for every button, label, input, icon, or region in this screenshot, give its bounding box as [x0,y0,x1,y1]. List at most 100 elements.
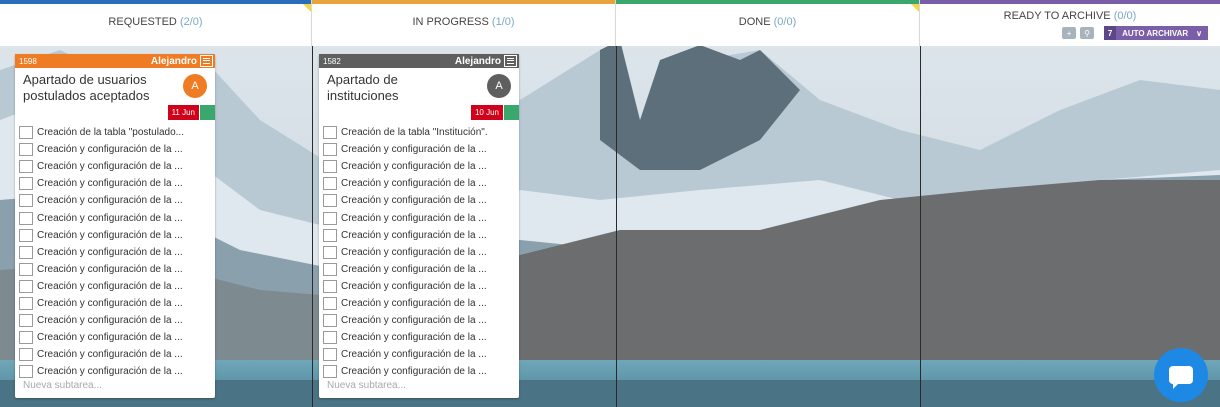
subtask-item[interactable]: Creación y configuración de la ... [19,312,213,329]
card-header: 1598 Alejandro [15,54,215,68]
checkbox[interactable] [19,194,33,208]
subtask-label: Creación y configuración de la ... [341,263,487,275]
menu-icon[interactable] [504,55,517,67]
column-header-requested[interactable]: REQUESTED (2/0) [0,0,312,46]
checkbox[interactable] [323,160,337,174]
avatar[interactable]: A [487,74,511,98]
subtask-item[interactable]: Creación de la tabla "Institución". [323,124,517,141]
checkbox[interactable] [19,348,33,362]
task-card[interactable]: 1598 Alejandro Apartado de usuarios post… [15,54,215,398]
subtask-item[interactable]: Creación y configuración de la ... [19,346,213,363]
subtask-item[interactable]: Creación y configuración de la ... [19,261,213,278]
subtask-item[interactable]: Creación y configuración de la ... [323,244,517,261]
status-indicator[interactable] [504,105,519,120]
checkbox[interactable] [19,211,33,225]
checkbox[interactable] [19,177,33,191]
task-card[interactable]: 1582 Alejandro Apartado de instituciones… [319,54,519,398]
subtask-item[interactable]: Creación y configuración de la ... [323,261,517,278]
column-corner-marker [911,4,919,12]
checkbox[interactable] [19,126,33,140]
checkbox[interactable] [323,331,337,345]
auto-archive-select[interactable]: 7 AUTO ARCHIVAR ∨ [1104,26,1208,40]
checkbox[interactable] [19,143,33,157]
column-header-done[interactable]: DONE (0/0) [616,0,920,46]
checkbox[interactable] [19,331,33,345]
subtask-label: Creación y configuración de la ... [37,263,183,275]
subtask-item[interactable]: Creación y configuración de la ... [19,158,213,175]
subtask-label: Creación y configuración de la ... [37,349,183,361]
new-subtask-input[interactable]: Nueva subtarea... [23,380,102,391]
subtask-item[interactable]: Creación y configuración de la ... [19,329,213,346]
checkbox[interactable] [323,143,337,157]
subtask-label: Creación y configuración de la ... [37,178,183,190]
checkbox[interactable] [323,365,337,379]
subtask-item[interactable]: Creación y configuración de la ... [19,141,213,158]
status-indicator[interactable] [200,105,215,120]
checkbox[interactable] [19,262,33,276]
subtask-item[interactable]: Creación y configuración de la ... [19,363,213,380]
checkbox[interactable] [323,177,337,191]
subtask-item[interactable]: Creación y configuración de la ... [19,209,213,226]
card-title[interactable]: Apartado de instituciones [327,72,477,104]
checkbox[interactable] [323,245,337,259]
card-owner[interactable]: Alejandro [455,56,501,67]
subtask-item[interactable]: Creación y configuración de la ... [19,192,213,209]
checkbox[interactable] [323,126,337,140]
card-owner[interactable]: Alejandro [151,56,197,67]
subtask-item[interactable]: Creación y configuración de la ... [323,329,517,346]
subtask-label: Creación y configuración de la ... [341,349,487,361]
subtask-item[interactable]: Creación y configuración de la ... [19,227,213,244]
subtask-item[interactable]: Creación y configuración de la ... [19,244,213,261]
checkbox[interactable] [323,348,337,362]
checkbox[interactable] [19,296,33,310]
subtask-item[interactable]: Creación y configuración de la ... [323,175,517,192]
subtask-item[interactable]: Creación y configuración de la ... [19,175,213,192]
card-header: 1582 Alejandro [319,54,519,68]
checkbox[interactable] [323,228,337,242]
subtask-item[interactable]: Creación y configuración de la ... [323,295,517,312]
chat-button[interactable] [1154,348,1208,402]
column-title: READY TO ARCHIVE [1003,10,1111,22]
subtask-item[interactable]: Creación y configuración de la ... [19,295,213,312]
checkbox[interactable] [19,160,33,174]
search-icon[interactable]: ⚲ [1080,27,1095,39]
checkbox[interactable] [19,279,33,293]
checkbox[interactable] [19,245,33,259]
checkbox[interactable] [19,228,33,242]
subtask-item[interactable]: Creación de la tabla "postulado... [19,124,213,141]
new-subtask-input[interactable]: Nueva subtarea... [327,380,406,391]
checkbox[interactable] [19,365,33,379]
add-icon[interactable]: + [1062,27,1077,39]
due-date-badge[interactable]: 10 Jun [470,105,503,120]
subtask-label: Creación y configuración de la ... [341,178,487,190]
subtask-item[interactable]: Creación y configuración de la ... [323,227,517,244]
subtask-item[interactable]: Creación y configuración de la ... [323,158,517,175]
checkbox[interactable] [19,314,33,328]
subtask-item[interactable]: Creación y configuración de la ... [323,192,517,209]
subtask-label: Creación y configuración de la ... [341,246,487,258]
subtask-item[interactable]: Creación y configuración de la ... [323,312,517,329]
due-date-badge[interactable]: 11 Jun [167,105,199,120]
column-header-ready-to-archive[interactable]: READY TO ARCHIVE (0/0) + ⚲ 7 AUTO ARCHIV… [920,0,1220,46]
card-title[interactable]: Apartado de usuarios postulados aceptado… [23,72,173,104]
avatar[interactable]: A [183,74,207,98]
subtask-item[interactable]: Creación y configuración de la ... [323,346,517,363]
column-header-in-progress[interactable]: IN PROGRESS (1/0) [312,0,616,46]
subtask-label: Creación y configuración de la ... [37,332,183,344]
subtask-item[interactable]: Creación y configuración de la ... [323,278,517,295]
subtask-label: Creación de la tabla "Institución". [341,127,488,139]
subtask-item[interactable]: Creación y configuración de la ... [323,363,517,380]
subtask-item[interactable]: Creación y configuración de la ... [19,278,213,295]
subtask-item[interactable]: Creación y configuración de la ... [323,141,517,158]
checkbox[interactable] [323,296,337,310]
checkbox[interactable] [323,262,337,276]
checkbox[interactable] [323,314,337,328]
menu-icon[interactable] [200,55,213,67]
column-divider [920,46,921,407]
subtask-label: Creación y configuración de la ... [37,161,183,173]
subtask-item[interactable]: Creación y configuración de la ... [323,209,517,226]
checkbox[interactable] [323,194,337,208]
column-title: REQUESTED [108,16,177,28]
checkbox[interactable] [323,279,337,293]
checkbox[interactable] [323,211,337,225]
